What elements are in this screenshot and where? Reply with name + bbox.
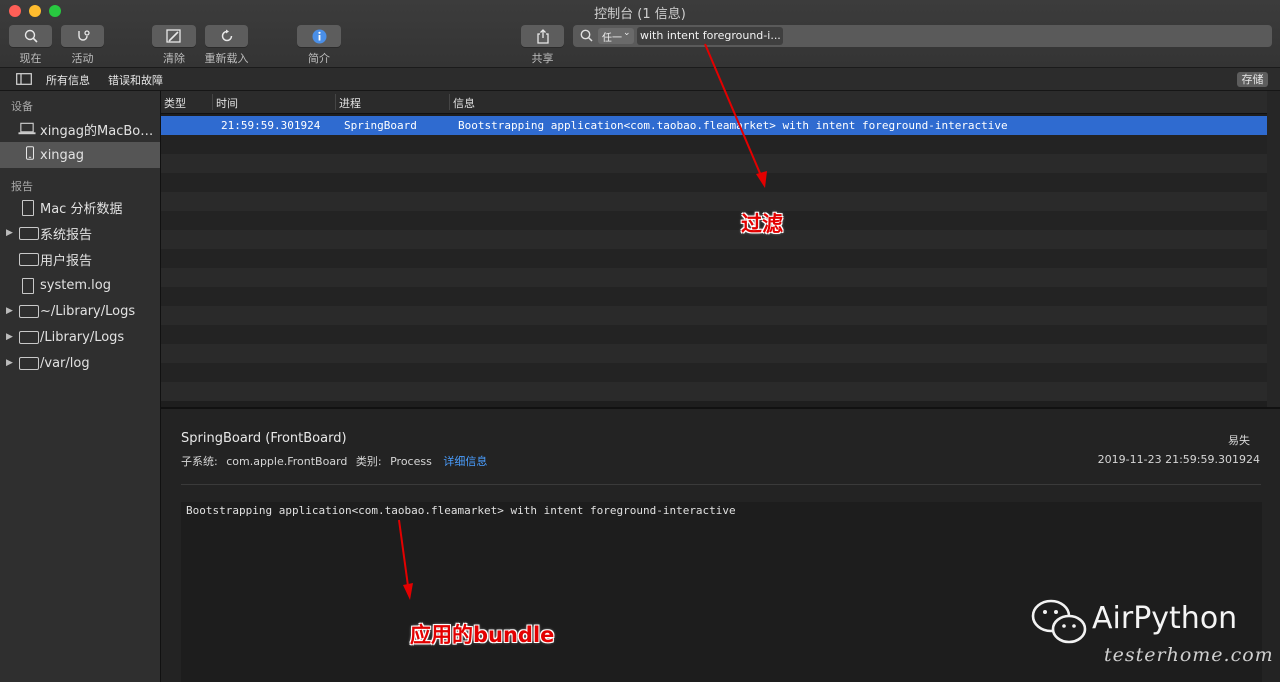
annotation-arrows xyxy=(398,43,767,600)
watermark-brand: AirPython xyxy=(1092,601,1238,636)
filter-annotation: 过滤 xyxy=(741,212,783,236)
wechat-logo-icon xyxy=(1031,599,1087,644)
bundle-annotation: 应用的bundle xyxy=(410,623,555,647)
watermark: AirPython testerhome.com xyxy=(1031,596,1280,682)
watermark-site: testerhome.com xyxy=(1104,644,1274,666)
